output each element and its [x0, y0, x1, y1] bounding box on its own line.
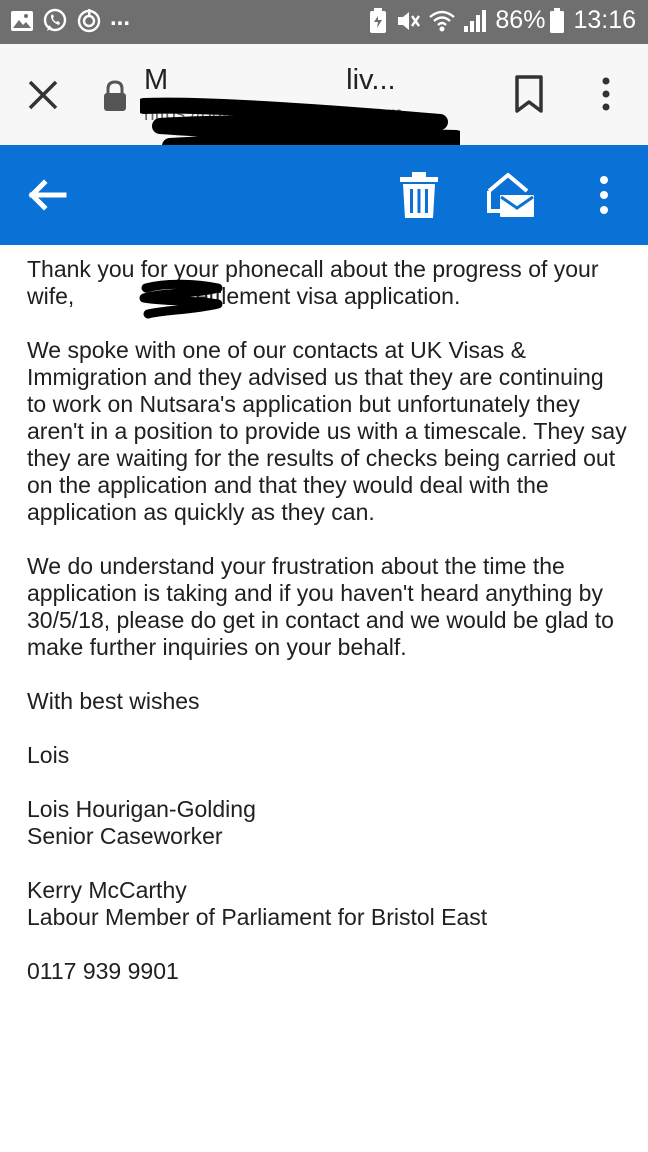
- back-arrow-icon[interactable]: [24, 173, 70, 217]
- email-paragraph: Thank you for your phonecall about the p…: [27, 256, 599, 309]
- email-sender-signature: Lois Hourigan-Golding Senior Caseworker: [27, 796, 256, 849]
- email-phone: 0117 939 9901: [27, 958, 179, 984]
- battery-saver-icon: [369, 7, 387, 34]
- more-vert-icon[interactable]: [592, 74, 620, 114]
- page-title[interactable]: Mliv...: [144, 64, 396, 97]
- email-sender-first-name: Lois: [27, 742, 70, 768]
- email-body: Thank you for your phonecall about the p…: [27, 256, 627, 1012]
- gallery-icon: [10, 9, 34, 33]
- close-icon[interactable]: [24, 76, 62, 114]
- email-paragraph: We do understand your frustration about …: [27, 553, 614, 660]
- signal-icon: [463, 9, 487, 33]
- more-notifications: ...: [110, 4, 131, 31]
- bookmark-icon[interactable]: [512, 74, 546, 114]
- status-bar: ... 86% 13:16: [0, 0, 648, 44]
- mute-icon: [395, 8, 421, 34]
- wifi-icon: [429, 9, 456, 33]
- more-vert-icon[interactable]: [590, 171, 618, 219]
- redaction-scribble: [139, 279, 223, 319]
- browser-url-bar: Mliv... https://outl ve.com: [0, 44, 648, 168]
- email-paragraph: We spoke with one of our contacts at UK …: [27, 337, 627, 525]
- battery-percent: 86%: [495, 6, 546, 34]
- clock: 13:16: [573, 6, 636, 34]
- battery-icon: [549, 7, 565, 34]
- email-closing: With best wishes: [27, 688, 200, 714]
- mark-read-icon[interactable]: [486, 171, 536, 219]
- mail-toolbar: [0, 145, 648, 245]
- email-mp-signature: Kerry McCarthy Labour Member of Parliame…: [27, 877, 488, 930]
- whatsapp-icon: [42, 8, 68, 34]
- sync-icon: [76, 8, 102, 34]
- lock-icon: [104, 80, 126, 111]
- trash-icon[interactable]: [398, 171, 440, 219]
